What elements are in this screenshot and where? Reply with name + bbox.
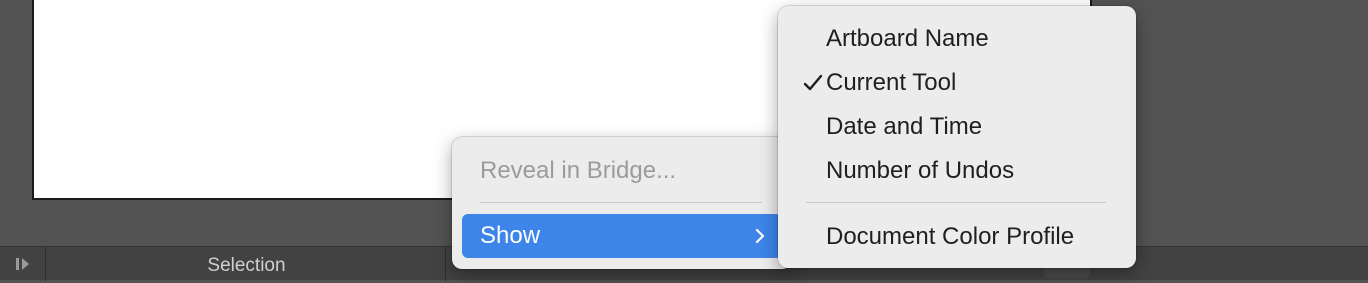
chevron-right-icon	[754, 214, 766, 258]
submenu-item-number-of-undos[interactable]: Number of Undos	[788, 149, 1126, 193]
menu-separator	[480, 202, 762, 203]
play-step-icon[interactable]	[0, 247, 46, 281]
submenu-item-label: Document Color Profile	[826, 223, 1075, 250]
menu-item-show[interactable]: Show	[462, 214, 782, 258]
submenu-item-label: Artboard Name	[826, 25, 989, 52]
submenu-item-artboard-name[interactable]: Artboard Name	[788, 17, 1126, 61]
submenu-item-date-and-time[interactable]: Date and Time	[788, 105, 1126, 149]
submenu-item-document-color-profile[interactable]: Document Color Profile	[788, 215, 1126, 259]
submenu-item-label: Date and Time	[826, 113, 983, 140]
checkmark-icon	[802, 61, 824, 105]
context-menu: Reveal in Bridge... Show	[452, 137, 792, 269]
submenu-item-label: Current Tool	[826, 69, 957, 96]
menu-item-label: Show	[480, 222, 541, 249]
submenu-item-current-tool[interactable]: Current Tool	[788, 61, 1126, 105]
menu-item-reveal-in-bridge: Reveal in Bridge...	[462, 149, 782, 193]
menu-item-label: Reveal in Bridge...	[480, 157, 677, 184]
show-submenu: Artboard Name Current Tool Date and Time…	[778, 6, 1136, 268]
current-tool-display[interactable]: Selection	[48, 247, 446, 281]
submenu-item-label: Number of Undos	[826, 157, 1015, 184]
submenu-separator	[806, 202, 1106, 203]
